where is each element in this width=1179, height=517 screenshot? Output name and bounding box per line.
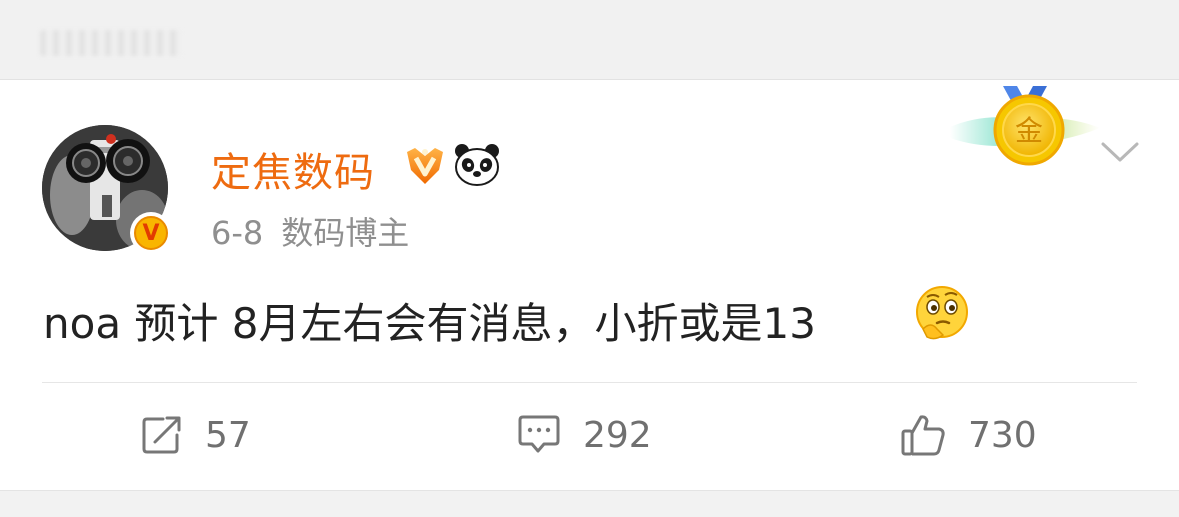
- weibo-post-card[interactable]: V 定焦数码 6-8 数码博主 金 noa 预计 8月左右会有消息，小折或是13…: [0, 80, 1179, 490]
- panda-icon[interactable]: [454, 143, 500, 187]
- comment-icon: [518, 415, 560, 453]
- chevron-down-icon[interactable]: [1100, 140, 1140, 164]
- comment-button[interactable]: 292: [517, 410, 652, 460]
- like-icon: [901, 415, 945, 456]
- medal-label: 金: [1015, 114, 1043, 147]
- post-source: 数码博主: [281, 214, 410, 252]
- verified-v-icon: V: [134, 216, 168, 250]
- author-name[interactable]: 定焦数码: [211, 140, 375, 198]
- actions-divider: [42, 382, 1137, 383]
- gold-medal-icon[interactable]: 金: [945, 82, 1105, 172]
- thinking-face-icon: [916, 286, 968, 340]
- repost-button[interactable]: 57: [141, 410, 251, 460]
- previous-item-strip: [0, 0, 1179, 80]
- like-count: 730: [968, 414, 1037, 456]
- comment-count: 292: [583, 414, 652, 456]
- next-item-strip: [0, 490, 1179, 517]
- verified-badge: V: [130, 212, 172, 254]
- post-date: 6-8: [211, 214, 264, 252]
- post-meta: 6-8 数码博主: [211, 208, 409, 254]
- vip-crown-icon[interactable]: [404, 144, 446, 188]
- like-button[interactable]: 730: [900, 410, 1037, 460]
- post-body: noa 预计 8月左右会有消息，小折或是13: [43, 299, 816, 348]
- repost-icon: [142, 416, 181, 454]
- blurred-header-text: [40, 30, 182, 56]
- repost-count: 57: [205, 414, 251, 456]
